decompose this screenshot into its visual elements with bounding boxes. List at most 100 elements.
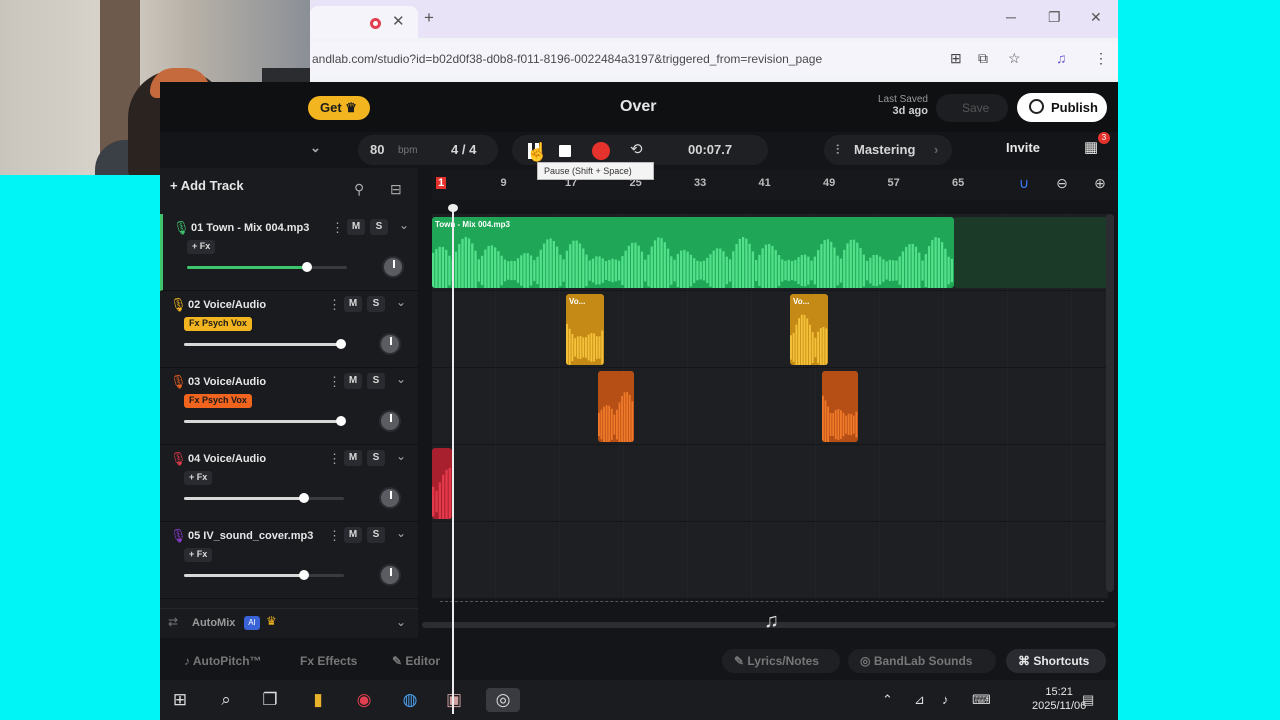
invite-button[interactable]: Invite	[1006, 140, 1040, 155]
get-membership-button[interactable]: Get ♛	[308, 96, 370, 120]
search-icon[interactable]: ⌕	[214, 688, 238, 712]
track-name[interactable]: 05 IV_sound_cover.mp3	[188, 530, 313, 542]
mixer-icon[interactable]: ⊟	[390, 181, 402, 198]
audio-clip[interactable]: Vo...	[566, 294, 604, 365]
solo-button[interactable]: S	[367, 296, 385, 312]
volume-slider[interactable]	[184, 570, 344, 580]
volume-thumb[interactable]	[299, 493, 309, 503]
track-fx-button[interactable]: + Fx	[184, 471, 213, 485]
volume-thumb[interactable]	[299, 570, 309, 580]
minimize-button[interactable]: ─	[1006, 9, 1016, 25]
track-row[interactable]: 🎙 01 Town - Mix 004.mp3 + Fx ⋮ M S ⌄	[160, 214, 418, 291]
zoom-in-icon[interactable]: ⊕	[1086, 175, 1114, 197]
track-row[interactable]: 🎙 04 Voice/Audio + Fx ⋮ M S ⌄	[160, 445, 418, 522]
publish-button[interactable]: Publish	[1017, 93, 1107, 122]
add-sound-icon[interactable]: ♫	[764, 610, 779, 633]
track-row[interactable]: 🎙 05 IV_sound_cover.mp3 + Fx ⋮ M S ⌄	[160, 522, 418, 599]
close-window-button[interactable]: ✕	[1090, 9, 1102, 26]
volume-slider[interactable]	[184, 493, 344, 503]
volume-thumb[interactable]	[335, 416, 346, 426]
editor-button[interactable]: ✎ Editor	[380, 649, 452, 673]
pan-knob[interactable]	[382, 256, 404, 278]
volume-thumb[interactable]	[335, 339, 346, 349]
mute-button[interactable]: M	[344, 373, 362, 389]
windows-icon[interactable]: ⊞	[168, 688, 192, 712]
volume-slider[interactable]	[187, 262, 347, 272]
new-tab-button[interactable]: +	[424, 8, 434, 28]
solo-button[interactable]: S	[367, 527, 385, 543]
track-name[interactable]: 03 Voice/Audio	[188, 376, 266, 388]
translate-icon[interactable]: ⊞	[950, 50, 962, 67]
track-expand-chevron-icon[interactable]: ⌄	[396, 372, 406, 386]
solo-button[interactable]: S	[370, 219, 388, 235]
app-icon-folder[interactable]: ▮	[306, 688, 330, 712]
timeline-ruler[interactable]: 1 9 17 25 33 41 49 57 65 ∪ ⊖ ⊕	[432, 170, 1118, 200]
track-lane[interactable]	[432, 368, 1108, 445]
loop-icon[interactable]: ⟲	[630, 140, 643, 158]
track-fx-button[interactable]: + Fx	[187, 240, 216, 254]
browser-menu-icon[interactable]: ⋮	[1094, 50, 1108, 67]
mastering-button[interactable]: ⫶ Mastering ›	[824, 135, 952, 165]
track-expand-chevron-icon[interactable]: ⌄	[396, 295, 406, 309]
project-title[interactable]: Over	[620, 98, 656, 116]
playhead-handle[interactable]	[448, 204, 458, 212]
pan-knob[interactable]	[379, 410, 401, 432]
volume-icon[interactable]: ♪	[942, 692, 949, 707]
time-signature[interactable]: 4 / 4	[451, 142, 476, 157]
bookmark-star-icon[interactable]: ☆	[1008, 50, 1021, 67]
lyrics-notes-button[interactable]: ✎ Lyrics/Notes	[722, 649, 840, 673]
task-view-icon[interactable]: ❐	[258, 688, 282, 712]
track-lane[interactable]	[432, 522, 1108, 599]
add-track-button[interactable]: + Add Track	[170, 178, 270, 204]
shortcuts-button[interactable]: ⌘ Shortcuts	[1006, 649, 1106, 673]
tab-close-button[interactable]: ✕	[392, 12, 405, 30]
track-menu-icon[interactable]: ⋮	[328, 451, 341, 467]
volume-thumb[interactable]	[302, 262, 312, 272]
track-menu-icon[interactable]: ⋮	[328, 297, 341, 313]
metronome-chevron-icon[interactable]: ⌄	[310, 140, 321, 156]
audio-clip[interactable]	[822, 371, 858, 442]
track-row[interactable]: 🎙 02 Voice/Audio Fx Psych Vox ⋮ M S ⌄	[160, 291, 418, 368]
track-fx-button[interactable]: + Fx	[184, 548, 213, 562]
track-lane[interactable]	[432, 445, 1108, 522]
autopitch-button[interactable]: ♪ AutoPitch™	[172, 649, 274, 673]
bandlab-sounds-button[interactable]: ◎ BandLab Sounds	[848, 649, 996, 673]
track-name[interactable]: 01 Town - Mix 004.mp3	[191, 222, 309, 234]
tray-chevron-icon[interactable]: ⌃	[882, 692, 893, 708]
save-button[interactable]: Save	[936, 94, 1008, 122]
automix-row[interactable]: ⇄ AutoMix AI ♛ ⌄	[160, 608, 418, 638]
notifications-icon[interactable]: ▤	[1082, 692, 1094, 708]
magnet-icon[interactable]: ∪	[1010, 175, 1038, 197]
track-expand-chevron-icon[interactable]: ⌄	[396, 449, 406, 463]
track-row[interactable]: 🎙 03 Voice/Audio Fx Psych Vox ⋮ M S ⌄	[160, 368, 418, 445]
track-name[interactable]: 02 Voice/Audio	[188, 299, 266, 311]
track-fx-button[interactable]: Fx Psych Vox	[184, 317, 252, 331]
track-menu-icon[interactable]: ⋮	[331, 220, 344, 236]
audio-clip[interactable]: Vo...	[790, 294, 828, 365]
maximize-button[interactable]: ❐	[1048, 9, 1061, 26]
audio-clip[interactable]	[598, 371, 634, 442]
app-icon-browser[interactable]: ◍	[398, 688, 422, 712]
browser-tab[interactable]: ✕	[310, 6, 418, 38]
bpm-value[interactable]: 80	[370, 142, 384, 157]
app-icon-media[interactable]: ▣	[442, 688, 466, 712]
pan-knob[interactable]	[379, 487, 401, 509]
mute-button[interactable]: M	[347, 219, 365, 235]
clock[interactable]: 15:21 2025/11/06	[1032, 685, 1086, 713]
stop-button[interactable]	[559, 145, 571, 157]
mute-button[interactable]: M	[344, 296, 362, 312]
keyboard-icon[interactable]: ⌨	[972, 692, 991, 708]
pan-knob[interactable]	[379, 564, 401, 586]
effects-button[interactable]: Fx Effects	[288, 649, 369, 673]
network-icon[interactable]: ⊿	[914, 692, 925, 708]
chrome-icon[interactable]: ◎	[486, 688, 520, 712]
playhead[interactable]	[452, 204, 454, 714]
automix-chevron-icon[interactable]: ⌄	[396, 615, 406, 629]
address-bar[interactable]: andlab.com/studio?id=b02d0f38-d0b8-f011-…	[310, 42, 1118, 76]
vertical-scrollbar[interactable]	[1106, 214, 1114, 592]
track-lane[interactable]	[432, 291, 1108, 368]
url-text[interactable]: andlab.com/studio?id=b02d0f38-d0b8-f011-…	[312, 52, 822, 66]
track-expand-chevron-icon[interactable]: ⌄	[396, 526, 406, 540]
zoom-out-icon[interactable]: ⊖	[1048, 175, 1076, 197]
pan-knob[interactable]	[379, 333, 401, 355]
